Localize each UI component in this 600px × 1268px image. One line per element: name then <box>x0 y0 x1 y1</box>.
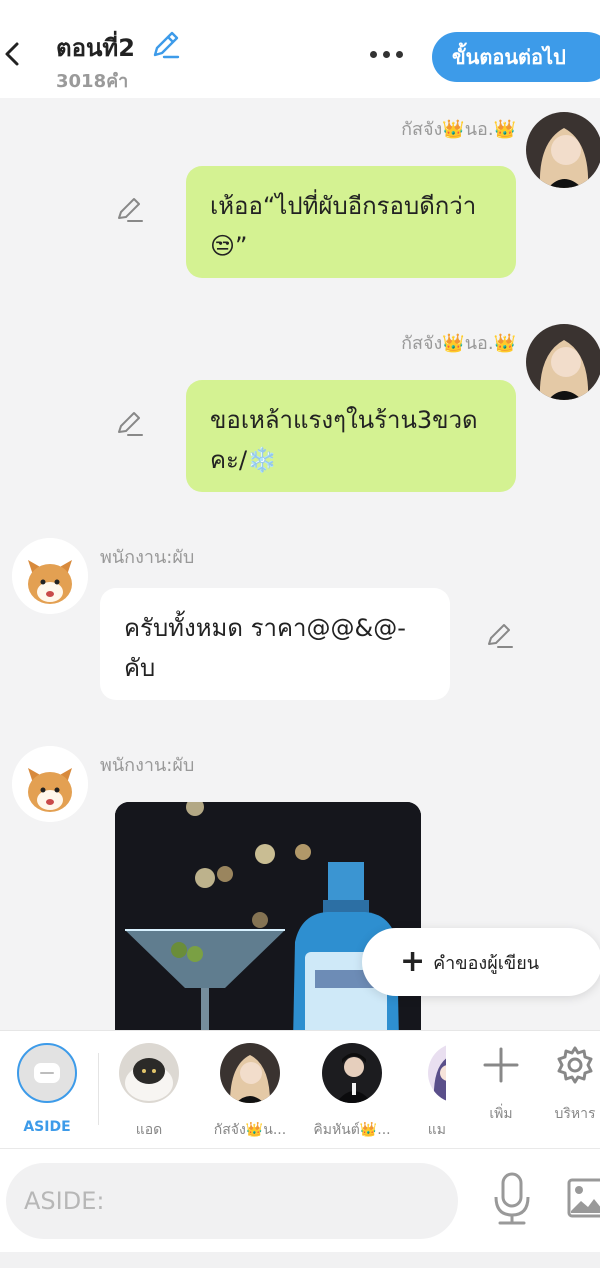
pencil-icon[interactable] <box>114 408 144 438</box>
martini-and-gin-bottle-photo[interactable] <box>115 802 421 1030</box>
avatar <box>428 1043 446 1103</box>
word-count: 3018คำ <box>56 71 129 92</box>
sender-name: พนักงาน:ผับ <box>100 755 195 776</box>
pencil-icon[interactable] <box>114 194 144 224</box>
image-gallery-icon[interactable] <box>566 1177 600 1219</box>
more-dots-icon[interactable] <box>366 40 406 68</box>
pencil-icon[interactable] <box>150 28 182 60</box>
manage-characters-button[interactable]: บริหาร <box>540 1045 600 1125</box>
sender-name: กัสจัง👑นอ.👑 <box>401 119 516 140</box>
back-button[interactable] <box>0 34 24 74</box>
character-item[interactable]: คิมหันต์👑... <box>307 1043 397 1141</box>
plus-icon <box>483 1047 519 1083</box>
author-note-label: คำของผู้เขียน <box>433 952 540 974</box>
chat-area: กัสจัง👑นอ.👑 เห้ออ“ไปที่ผับอีกรอบดีกว่า😒”… <box>0 98 600 1030</box>
avatar[interactable] <box>526 112 600 188</box>
gear-icon <box>557 1046 593 1084</box>
bottom-strip <box>0 1252 600 1268</box>
add-label: เพิ่ม <box>489 1106 513 1122</box>
message-input-bar <box>0 1148 600 1252</box>
message-bubble[interactable]: ครับทั้งหมด ราคา@@&@- คับ <box>100 588 450 700</box>
plus-icon: + <box>400 944 426 979</box>
character-label: แม <box>427 1122 446 1138</box>
message-input[interactable] <box>6 1163 458 1239</box>
character-label: ASIDE <box>23 1119 71 1135</box>
chevron-left-icon <box>5 42 19 66</box>
chapter-title: ตอนที่2 <box>56 34 135 62</box>
message-bubble[interactable]: เห้ออ“ไปที่ผับอีกรอบดีกว่า😒” <box>186 166 516 278</box>
top-bar: ตอนที่2 3018คำ ขั้นตอนต่อไป <box>0 0 600 98</box>
message-bubble[interactable]: ขอเหล้าแรงๆในร้าน3ขวดคะ/❄️ <box>186 380 516 492</box>
manage-label: บริหาร <box>554 1106 596 1122</box>
avatar[interactable] <box>12 746 88 822</box>
character-label: กัสจัง👑น... <box>213 1122 287 1138</box>
character-label: คิมหันต์👑... <box>313 1122 391 1138</box>
sender-name: กัสจัง👑นอ.👑 <box>401 333 516 354</box>
author-note-button[interactable]: + คำของผู้เขียน <box>362 928 600 996</box>
character-item[interactable]: แอด <box>104 1043 194 1141</box>
microphone-icon[interactable] <box>492 1171 532 1227</box>
sender-name: พนักงาน:ผับ <box>100 547 195 568</box>
add-character-button[interactable]: เพิ่ม <box>466 1045 536 1125</box>
aside-bubble-icon <box>17 1043 77 1103</box>
avatar <box>322 1043 382 1103</box>
character-item[interactable]: แม <box>392 1043 446 1141</box>
avatar <box>119 1043 179 1103</box>
character-selector: ASIDE แอด กัสจัง👑น... คิมหันต์👑... แม เพ… <box>0 1030 600 1148</box>
character-item[interactable]: กัสจัง👑น... <box>205 1043 295 1141</box>
avatar[interactable] <box>526 324 600 400</box>
character-aside[interactable]: ASIDE <box>2 1043 92 1135</box>
avatar[interactable] <box>12 538 88 614</box>
next-step-button[interactable]: ขั้นตอนต่อไป <box>432 32 600 82</box>
avatar <box>220 1043 280 1103</box>
divider <box>98 1053 99 1125</box>
character-label: แอด <box>135 1122 163 1138</box>
pencil-icon[interactable] <box>484 620 514 650</box>
